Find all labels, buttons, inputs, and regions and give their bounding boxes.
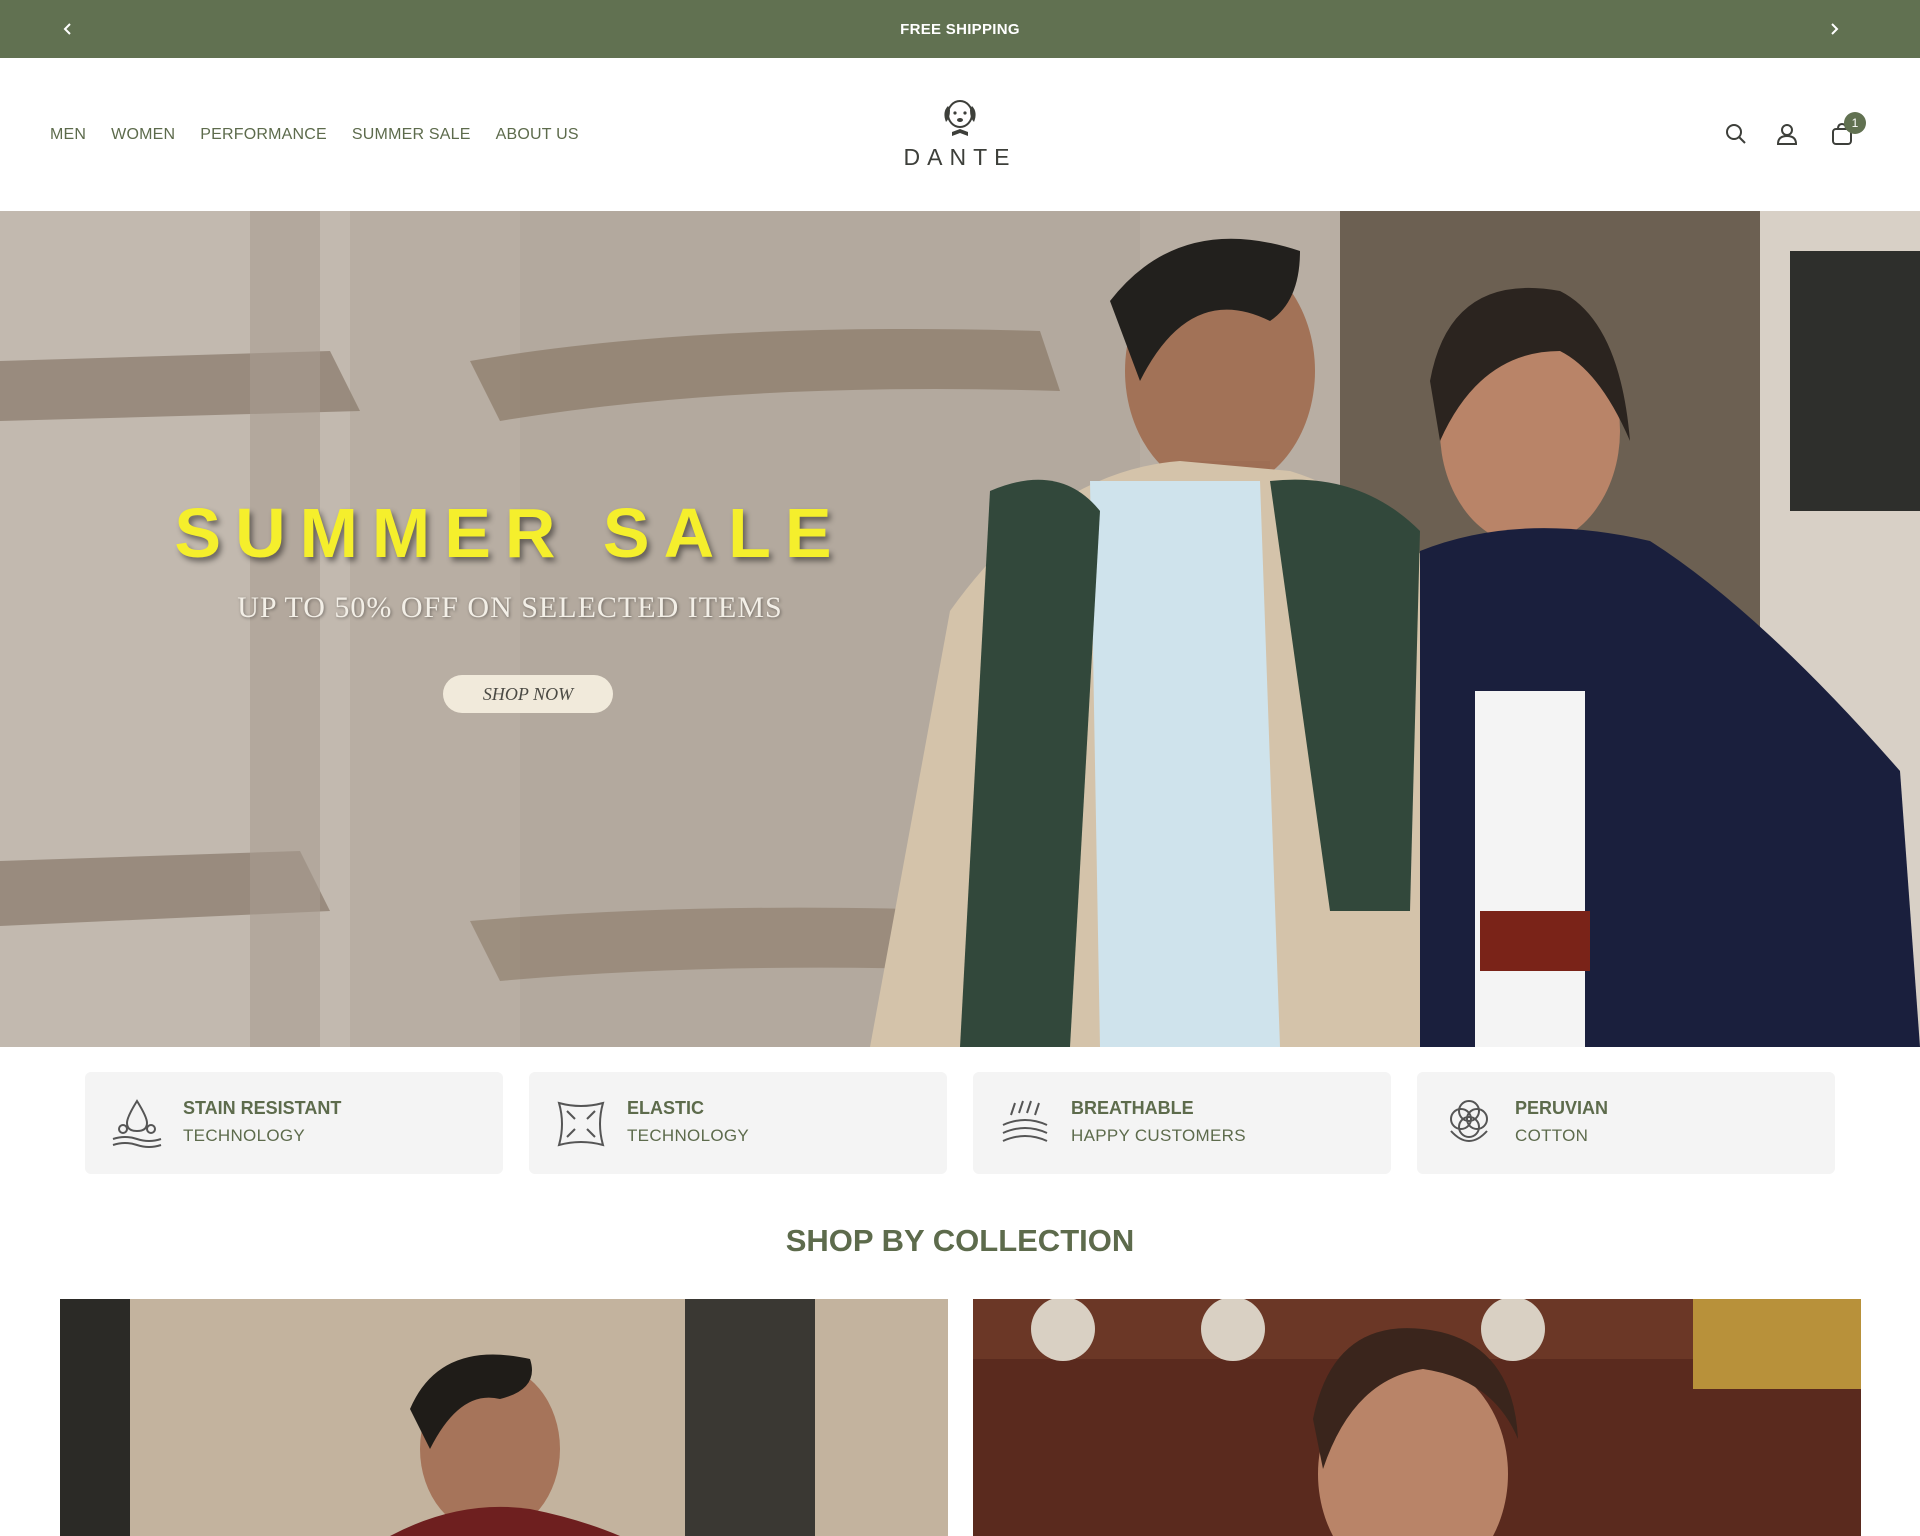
shop-by-collection-title: SHOP BY COLLECTION — [785, 1223, 1135, 1258]
dog-head-logo-icon — [944, 100, 976, 136]
cart-count-badge: 1 — [1844, 112, 1866, 134]
chevron-right-icon — [1831, 23, 1839, 35]
brand-wordmark: DANTE — [903, 144, 1017, 170]
nav-item-about-us[interactable]: ABOUT US — [496, 126, 579, 144]
chevron-left-icon — [63, 23, 71, 35]
hero-title: SUMMER SALE — [174, 494, 846, 572]
feature-card: ELASTIC TECHNOLOGY — [529, 1072, 947, 1174]
feature-title: ELASTIC — [627, 1098, 705, 1118]
announcement-next-button[interactable] — [1814, 0, 1854, 58]
brand-logo[interactable]: DANTE — [900, 96, 1020, 176]
feature-title: STAIN RESISTANT — [183, 1098, 342, 1118]
nav-item-performance[interactable]: PERFORMANCE — [200, 126, 327, 144]
announcement-prev-button[interactable] — [48, 0, 88, 58]
collection-image-men — [60, 1299, 948, 1536]
collection-card-men[interactable] — [60, 1299, 948, 1536]
feature-subtitle: COTTON — [1515, 1126, 1589, 1145]
feature-card: BREATHABLE HAPPY CUSTOMERS — [973, 1072, 1391, 1174]
feature-card: STAIN RESISTANT TECHNOLOGY — [85, 1072, 503, 1174]
feature-title: PERUVIAN — [1515, 1098, 1609, 1118]
feature-card: PERUVIAN COTTON — [1417, 1072, 1835, 1174]
collection-card-women[interactable] — [973, 1299, 1861, 1536]
site-header: MEN WOMEN PERFORMANCE SUMMER SALE ABOUT … — [0, 58, 1920, 211]
feature-title: BREATHABLE — [1071, 1098, 1194, 1118]
hero-subtitle: UP TO 50% OFF ON SELECTED ITEMS — [237, 591, 783, 624]
nav-item-women[interactable]: WOMEN — [111, 126, 175, 144]
search-button[interactable] — [1720, 118, 1752, 150]
hero-image — [0, 211, 1920, 1047]
main-nav: MEN WOMEN PERFORMANCE SUMMER SALE ABOUT … — [50, 58, 579, 211]
water-drop-icon — [112, 1099, 162, 1148]
feature-strip: STAIN RESISTANT TECHNOLOGY ELASTIC TECHN… — [0, 1072, 1920, 1174]
feature-subtitle: HAPPY CUSTOMERS — [1071, 1126, 1246, 1145]
stretch-fabric-icon — [557, 1101, 605, 1147]
nav-item-men[interactable]: MEN — [50, 126, 86, 144]
search-icon — [1726, 124, 1746, 144]
nav-item-summer-sale[interactable]: SUMMER SALE — [352, 126, 471, 144]
feature-subtitle: TECHNOLOGY — [183, 1126, 306, 1145]
announcement-message: FREE SHIPPING — [900, 20, 1020, 38]
cart-button[interactable]: 1 — [1826, 112, 1866, 150]
breathable-fabric-icon — [1002, 1100, 1048, 1142]
collection-image-women — [973, 1299, 1861, 1536]
hero-banner: SUMMER SALE UP TO 50% OFF ON SELECTED IT… — [0, 211, 1920, 1047]
account-button[interactable] — [1771, 118, 1803, 150]
shop-now-button[interactable]: SHOP NOW — [443, 675, 613, 713]
user-icon — [1776, 124, 1798, 145]
announcement-bar: FREE SHIPPING — [0, 0, 1920, 58]
feature-subtitle: TECHNOLOGY — [627, 1126, 750, 1145]
cotton-flower-icon — [1450, 1100, 1488, 1142]
